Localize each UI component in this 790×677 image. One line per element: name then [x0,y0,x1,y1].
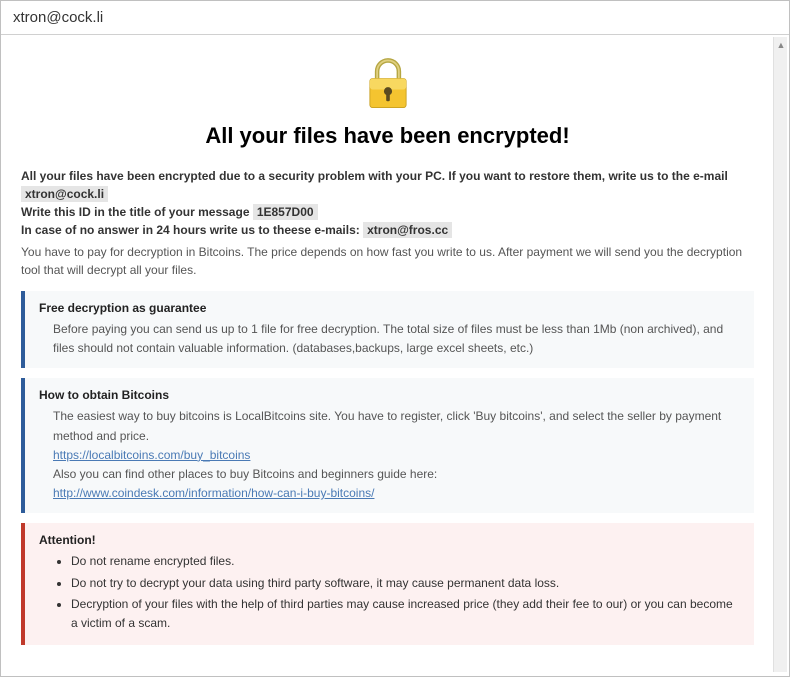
intro-block: All your files have been encrypted due t… [21,167,754,239]
window-title-text: xtron@cock.li [13,9,103,26]
intro-line2: Write this ID in the title of your messa… [21,205,253,219]
window-titlebar: xtron@cock.li [1,1,789,35]
intro-line3: In case of no answer in 24 hours write u… [21,223,363,237]
victim-id: 1E857D00 [253,204,318,220]
guarantee-title: Free decryption as guarantee [39,301,740,315]
localbitcoins-link[interactable]: https://localbitcoins.com/buy_bitcoins [53,448,250,462]
attention-section: Attention! Do not rename encrypted files… [21,523,754,645]
guarantee-section: Free decryption as guarantee Before payi… [21,291,754,368]
guarantee-body: Before paying you can send us up to 1 fi… [39,320,740,358]
intro-line1: All your files have been encrypted due t… [21,169,728,183]
bitcoins-title: How to obtain Bitcoins [39,388,740,402]
contact-email-2: xtron@fros.cc [363,222,452,238]
attention-item: Do not rename encrypted files. [71,552,740,571]
attention-item: Do not try to decrypt your data using th… [71,574,740,593]
attention-item: Decryption of your files with the help o… [71,595,740,633]
attention-title: Attention! [39,533,740,547]
content-area: All your files have been encrypted! All … [1,35,789,674]
bitcoins-line1: The easiest way to buy bitcoins is Local… [53,407,740,445]
lock-icon [359,55,417,113]
bitcoins-line2: Also you can find other places to buy Bi… [53,465,740,484]
main-heading: All your files have been encrypted! [21,123,754,149]
bitcoins-section: How to obtain Bitcoins The easiest way t… [21,378,754,513]
scroll-up-arrow[interactable]: ▲ [774,37,788,53]
contact-email-1: xtron@cock.li [21,186,108,202]
vertical-scrollbar[interactable]: ▲ [773,37,787,672]
attention-list: Do not rename encrypted files. Do not tr… [53,552,740,633]
coindesk-link[interactable]: http://www.coindesk.com/information/how-… [53,486,374,500]
payment-note: You have to pay for decryption in Bitcoi… [21,243,754,279]
